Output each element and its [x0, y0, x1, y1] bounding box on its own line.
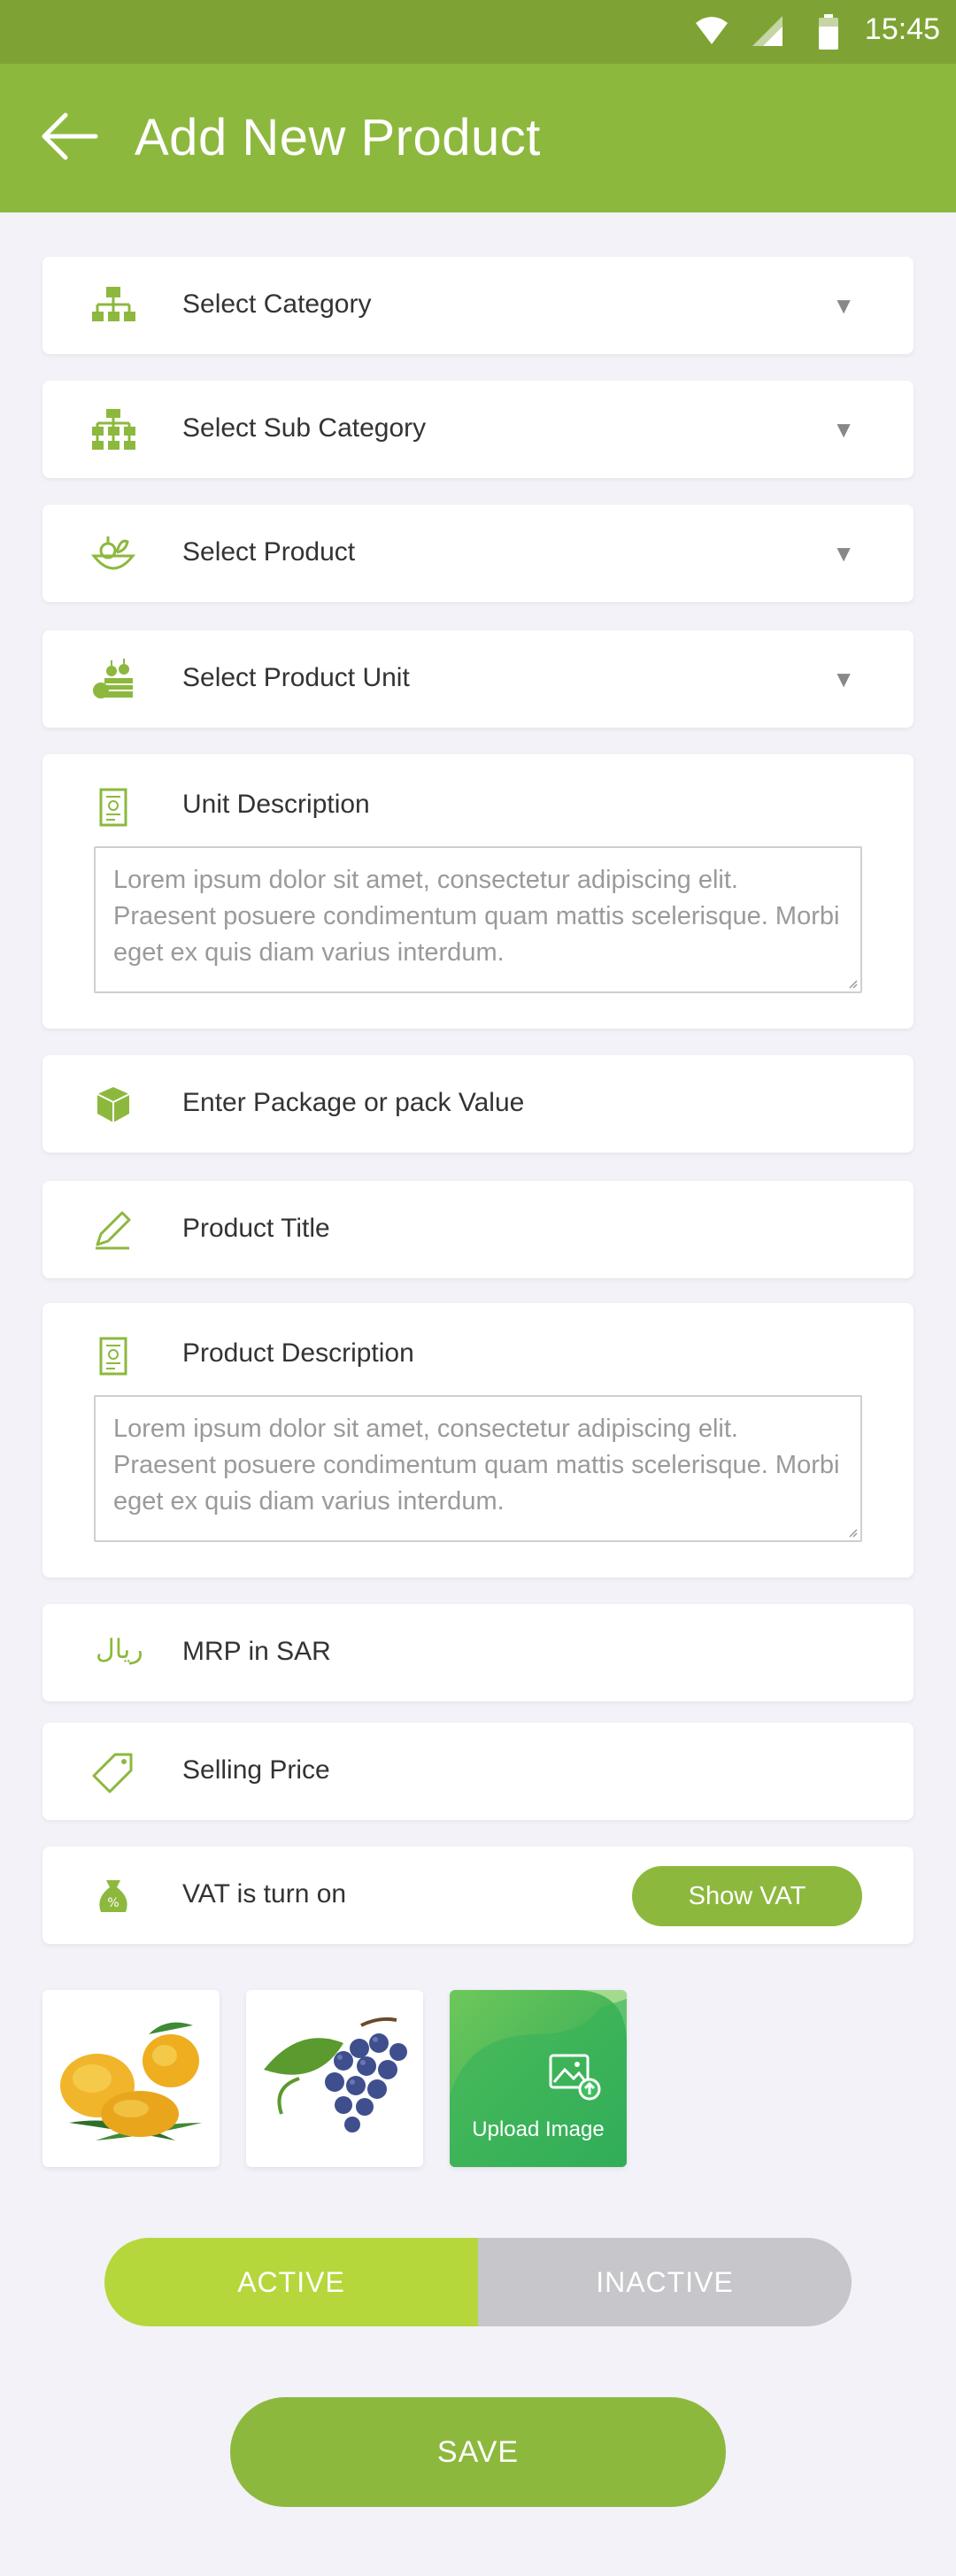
product-description-card: Product Description Lorem ipsum dolor si… [42, 1303, 914, 1577]
wifi-icon [696, 17, 728, 44]
mrp-placeholder: MRP in SAR [182, 1637, 331, 1666]
unit-description-label: Unit Description [182, 790, 370, 819]
unit-description-text: Lorem ipsum dolor sit amet, consectetur … [113, 866, 840, 967]
sub-category-select[interactable]: Select Sub Category ▼ [42, 381, 914, 478]
category-select[interactable]: Select Category ▼ [42, 257, 914, 354]
product-description-textarea[interactable]: Lorem ipsum dolor sit amet, consectetur … [94, 1395, 862, 1542]
vat-label: VAT is turn on [182, 1879, 347, 1909]
svg-text:%: % [107, 1896, 119, 1910]
battery-icon [819, 14, 838, 50]
riyal-icon: ريال [96, 1635, 143, 1664]
selling-price-field[interactable]: Selling Price [42, 1723, 914, 1820]
upload-image-label: Upload Image [472, 2117, 605, 2141]
mango-image [60, 2022, 202, 2140]
price-tag-icon [92, 1753, 133, 1793]
unit-description-card: Unit Description Lorem ipsum dolor sit a… [42, 754, 914, 1029]
pencil-icon [96, 1211, 131, 1250]
grapes-image [264, 2017, 407, 2133]
mrp-field[interactable]: ريال MRP in SAR [42, 1604, 914, 1701]
unit-description-textarea[interactable]: Lorem ipsum dolor sit amet, consectetur … [94, 846, 862, 993]
resize-grip-icon[interactable] [847, 1527, 858, 1538]
package-value-field[interactable]: Enter Package or pack Value [42, 1055, 914, 1153]
signal-icon [752, 16, 783, 46]
sub-category-label: Select Sub Category [182, 413, 427, 443]
product-image-mango[interactable] [42, 1990, 220, 2167]
product-label: Select Product [182, 537, 356, 567]
chevron-down-icon: ▼ [832, 292, 855, 319]
active-option[interactable]: ACTIVE [104, 2238, 478, 2326]
status-bar: 15:45 [0, 0, 956, 64]
box-icon [96, 1087, 130, 1122]
document-icon [99, 788, 127, 827]
resize-grip-icon[interactable] [847, 978, 858, 989]
package-value-placeholder: Enter Package or pack Value [182, 1088, 525, 1117]
clock: 15:45 [864, 12, 940, 46]
chevron-down-icon: ▼ [832, 540, 855, 567]
product-description-label: Product Description [182, 1338, 414, 1368]
chevron-down-icon: ▼ [832, 666, 855, 692]
sub-hierarchy-icon [92, 409, 135, 450]
chevron-down-icon: ▼ [832, 416, 855, 443]
app-bar: Add New Product [0, 64, 956, 212]
tax-bag-icon: % [99, 1880, 127, 1912]
basket-icon [90, 536, 136, 570]
hierarchy-icon [92, 287, 135, 321]
vat-card: % VAT is turn on Show VAT [42, 1847, 914, 1944]
image-upload-icon [549, 2054, 601, 2101]
show-vat-button[interactable]: Show VAT [632, 1866, 862, 1926]
product-title-field[interactable]: Product Title [42, 1181, 914, 1278]
product-description-text: Lorem ipsum dolor sit amet, consectetur … [113, 1415, 840, 1516]
category-label: Select Category [182, 289, 372, 319]
page-title: Add New Product [135, 109, 541, 166]
product-select[interactable]: Select Product ▼ [42, 505, 914, 602]
inactive-option[interactable]: INACTIVE [478, 2238, 852, 2326]
save-button[interactable]: SAVE [230, 2397, 726, 2507]
upload-image-button[interactable]: Upload Image [450, 1990, 627, 2167]
back-arrow-icon[interactable] [39, 110, 99, 163]
crate-icon [93, 659, 133, 698]
document-icon [99, 1337, 127, 1376]
product-image-grapes[interactable] [246, 1990, 423, 2167]
product-title-placeholder: Product Title [182, 1214, 330, 1243]
status-toggle: ACTIVE INACTIVE [104, 2238, 852, 2326]
product-unit-select[interactable]: Select Product Unit ▼ [42, 630, 914, 728]
product-unit-label: Select Product Unit [182, 663, 410, 692]
selling-price-placeholder: Selling Price [182, 1755, 330, 1785]
